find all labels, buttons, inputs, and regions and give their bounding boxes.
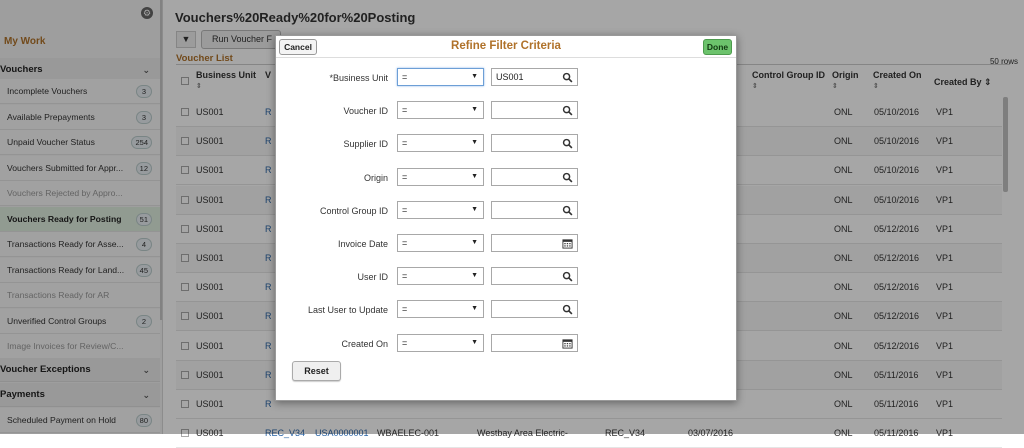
operator-select[interactable]: = ▼ xyxy=(397,200,484,219)
operator-value: = xyxy=(402,138,408,149)
caret-down-icon: ▼ xyxy=(471,172,478,180)
operator-value: = xyxy=(402,171,408,182)
dialog-title: Refine Filter Criteria xyxy=(451,40,561,52)
operator-value: = xyxy=(402,105,408,116)
operator-select[interactable]: = ▼ xyxy=(397,300,484,319)
filter-value: US001 xyxy=(496,72,524,82)
filter-label: Supplier ID xyxy=(343,139,388,150)
caret-down-icon: ▼ xyxy=(471,139,478,147)
filter-value-input[interactable] xyxy=(491,101,578,120)
search-icon[interactable] xyxy=(562,72,573,83)
filter-label: Invoice Date xyxy=(337,239,388,249)
caret-down-icon: ▼ xyxy=(471,106,478,114)
operator-value: = xyxy=(402,238,408,248)
filter-value-input[interactable] xyxy=(491,134,578,153)
filter-row: Supplier ID = ▼ xyxy=(276,134,736,154)
filter-row: Created On = ▼ xyxy=(276,333,736,354)
operator-select[interactable]: = ▼ xyxy=(397,68,484,86)
calendar-icon[interactable] xyxy=(562,338,573,349)
operator-select[interactable]: = ▼ xyxy=(397,134,484,153)
filter-label: Voucher ID xyxy=(343,106,388,117)
filter-label: User ID xyxy=(357,272,388,283)
filter-value-input[interactable] xyxy=(491,234,578,252)
filter-value-input[interactable]: US001 xyxy=(491,68,578,86)
caret-down-icon: ▼ xyxy=(471,305,478,313)
filter-row: Voucher ID = ▼ xyxy=(276,101,736,121)
done-button[interactable]: Done xyxy=(703,39,732,55)
caret-down-icon: ▼ xyxy=(471,239,478,246)
reset-button[interactable]: Reset xyxy=(292,361,341,381)
filter-row: Origin = ▼ xyxy=(276,167,736,188)
refine-filter-dialog: Refine Filter Criteria Cancel Done *Busi… xyxy=(275,35,737,401)
caret-down-icon: ▼ xyxy=(471,205,478,213)
filter-value-input[interactable] xyxy=(491,300,578,319)
operator-select[interactable]: = ▼ xyxy=(397,101,484,120)
operator-select[interactable]: = ▼ xyxy=(397,333,484,352)
search-icon[interactable] xyxy=(562,271,573,282)
filter-label: Origin xyxy=(363,172,388,183)
dialog-header: Refine Filter Criteria Cancel Done xyxy=(276,36,736,58)
search-icon[interactable] xyxy=(562,105,573,116)
operator-select[interactable]: = ▼ xyxy=(397,234,484,252)
operator-select[interactable]: = ▼ xyxy=(397,267,484,286)
filter-row: *Business Unit = ▼ US001 xyxy=(276,68,736,88)
filter-value-input[interactable] xyxy=(491,167,578,186)
search-icon[interactable] xyxy=(562,304,573,315)
operator-value: = xyxy=(402,271,408,282)
filter-value-input[interactable] xyxy=(491,200,578,219)
operator-value: = xyxy=(402,204,408,215)
operator-select[interactable]: = ▼ xyxy=(397,167,484,186)
caret-down-icon: ▼ xyxy=(471,272,478,280)
filter-row: Invoice Date = ▼ xyxy=(276,234,736,254)
caret-down-icon: ▼ xyxy=(471,73,478,80)
filter-row: Control Group ID = ▼ xyxy=(276,200,736,221)
operator-value: = xyxy=(402,72,408,82)
search-icon[interactable] xyxy=(562,138,573,149)
filter-label: Last User to Update xyxy=(307,305,388,316)
operator-value: = xyxy=(402,337,408,348)
filter-label: *Business Unit xyxy=(329,73,388,83)
filter-value-input[interactable] xyxy=(491,267,578,286)
filter-label: Created On xyxy=(341,338,388,349)
caret-down-icon: ▼ xyxy=(471,338,478,346)
search-icon[interactable] xyxy=(562,172,573,183)
filter-value-input[interactable] xyxy=(491,333,578,352)
filter-row: User ID = ▼ xyxy=(276,267,736,287)
calendar-icon[interactable] xyxy=(562,238,573,249)
filter-label: Control Group ID xyxy=(319,205,388,216)
search-icon[interactable] xyxy=(562,205,573,216)
filter-row: Last User to Update = ▼ xyxy=(276,300,736,320)
operator-value: = xyxy=(402,304,408,315)
cancel-button[interactable]: Cancel xyxy=(279,39,317,55)
